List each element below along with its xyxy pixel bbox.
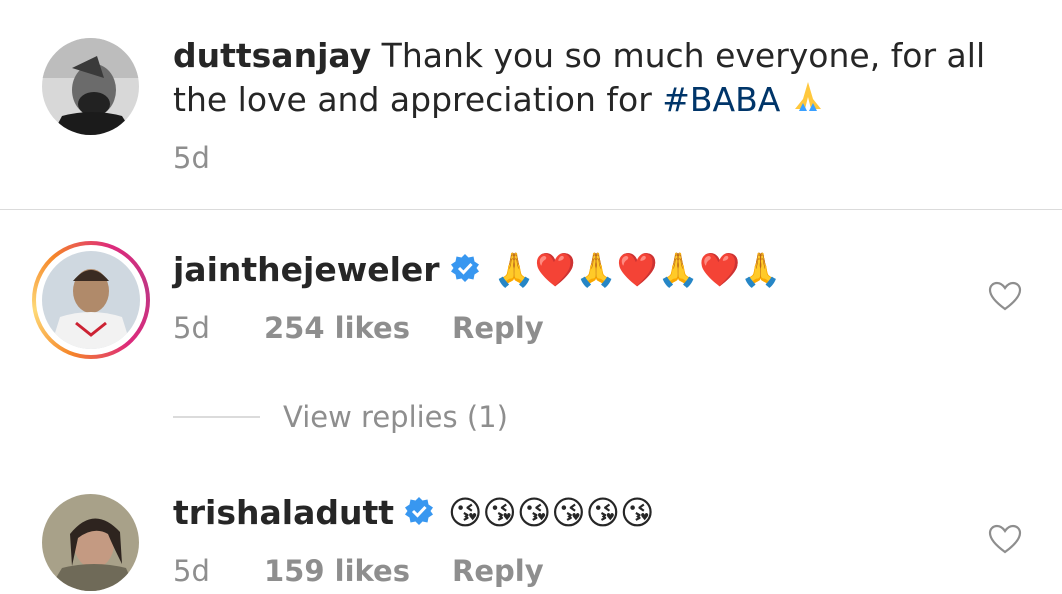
comment-2-time: 5d (173, 554, 210, 588)
caption-line-2: the love and appreciation for #BABA (173, 78, 829, 124)
comment-1-reply-button[interactable]: Reply (452, 311, 544, 345)
verified-badge-icon (404, 493, 434, 537)
divider (0, 209, 1062, 210)
comment-2-reply-button[interactable]: Reply (452, 554, 544, 588)
comment-2-avatar[interactable] (42, 494, 139, 591)
caption-hashtag[interactable]: #BABA (662, 80, 780, 119)
caption-text-2: the love and appreciation for (173, 80, 663, 119)
comment-1-time: 5d (173, 311, 210, 345)
comment-1-line: jainthejeweler 🙏❤️🙏❤️🙏❤️🙏 (173, 248, 781, 294)
comment-1-likes[interactable]: 254 likes (264, 311, 410, 345)
verified-badge-icon (450, 250, 480, 294)
comment-2-likes[interactable]: 159 likes (264, 554, 410, 588)
comment-2-line: trishaladutt 😘😘😘😘😘😘 (173, 491, 654, 537)
comment-1-emoji-text: 🙏❤️🙏❤️🙏❤️🙏 (493, 250, 782, 289)
comment-1-username[interactable]: jainthejeweler (173, 250, 440, 289)
view-replies-button[interactable]: View replies (1) (283, 400, 508, 434)
comment-1-avatar[interactable] (42, 251, 140, 349)
heart-outline-icon[interactable] (988, 524, 1022, 554)
comment-2-emoji-text: 😘😘😘😘😘😘 (448, 493, 655, 532)
comment-1-avatar-story-ring[interactable] (32, 241, 150, 359)
caption-time: 5d (173, 141, 210, 175)
pray-emoji (791, 79, 825, 124)
caption-username[interactable]: duttsanjay (173, 36, 371, 75)
view-replies-line (173, 416, 260, 418)
heart-outline-icon[interactable] (988, 281, 1022, 311)
caption-avatar[interactable] (42, 38, 139, 135)
caption-line-1: duttsanjay Thank you so much everyone, f… (173, 34, 985, 78)
caption-text-1: Thank you so much everyone, for all (381, 36, 986, 75)
comment-2-username[interactable]: trishaladutt (173, 493, 394, 532)
